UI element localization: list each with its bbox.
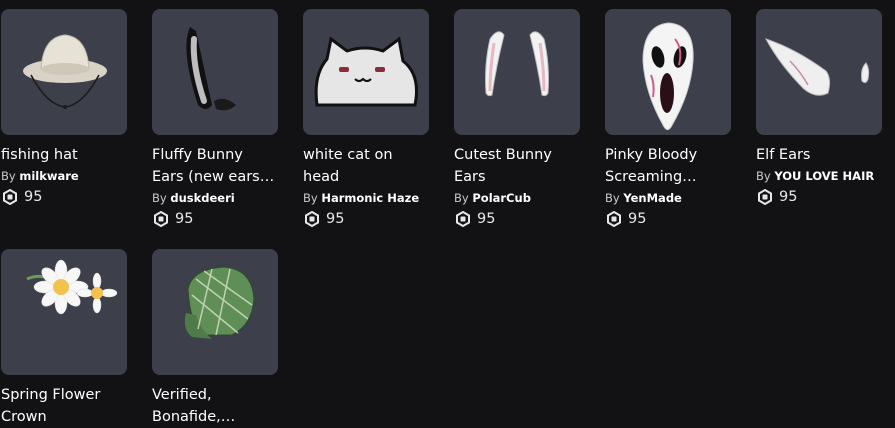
item-thumbnail[interactable]	[605, 9, 731, 135]
item-thumbnail[interactable]	[1, 9, 127, 135]
white-cat-icon	[314, 36, 418, 107]
creator-by-label: By	[152, 191, 167, 205]
item-price: 95	[756, 186, 882, 208]
item-price: 95	[605, 208, 731, 230]
catalog-item-card[interactable]: Cutest Bunny Ears By PolarCub 95	[454, 9, 580, 230]
fishing-hat-icon	[23, 34, 107, 109]
creator-name[interactable]: PolarCub	[472, 191, 531, 205]
robux-icon	[3, 189, 17, 205]
item-name[interactable]: white cat on head	[303, 144, 429, 188]
item-creator: By Harmonic Haze	[303, 188, 429, 208]
item-thumbnail[interactable]	[756, 9, 882, 135]
price-value: 95	[477, 211, 496, 227]
item-creator: By duskdeeri	[152, 188, 278, 208]
catalog-item-card[interactable]: Fluffy Bunny Ears (new ears… By duskdeer…	[152, 9, 278, 230]
item-name[interactable]: Verified, Bonafide,…	[152, 384, 278, 428]
item-thumbnail[interactable]	[152, 9, 278, 135]
robux-icon	[758, 189, 772, 205]
ghost-mask-icon	[642, 22, 694, 131]
catalog-item-card[interactable]: Elf Ears By YOU LOVE HAIR 95	[756, 9, 882, 208]
item-price: 95	[152, 208, 278, 230]
creator-name[interactable]: YOU LOVE HAIR	[774, 169, 874, 183]
catalog-item-card[interactable]: Pinky Bloody Screaming… By YenMade 95	[605, 9, 731, 230]
item-name[interactable]: Pinky Bloody Screaming…	[605, 144, 731, 188]
creator-name[interactable]: Harmonic Haze	[321, 191, 419, 205]
item-thumbnail[interactable]	[1, 249, 127, 375]
robux-icon	[456, 211, 470, 227]
item-name[interactable]: Cutest Bunny Ears	[454, 144, 580, 188]
robux-icon	[154, 211, 168, 227]
item-thumbnail[interactable]	[454, 9, 580, 135]
catalog-item-card[interactable]: Spring Flower Crown	[1, 249, 127, 428]
catalog-item-card[interactable]: white cat on head By Harmonic Haze 95	[303, 9, 429, 230]
creator-by-label: By	[756, 169, 771, 183]
item-name[interactable]: Elf Ears	[756, 144, 882, 166]
item-thumbnail[interactable]	[303, 9, 429, 135]
item-name[interactable]: Fluffy Bunny Ears (new ears…	[152, 144, 278, 188]
item-price: 95	[1, 186, 127, 208]
item-name[interactable]: Spring Flower Crown	[1, 384, 127, 428]
creator-by-label: By	[454, 191, 469, 205]
item-price: 95	[303, 208, 429, 230]
item-creator: By milkware	[1, 166, 127, 186]
price-value: 95	[24, 189, 43, 205]
bunny-ears-icon	[186, 27, 236, 111]
price-value: 95	[628, 211, 647, 227]
price-value: 95	[326, 211, 345, 227]
elf-ears-icon	[764, 38, 870, 96]
item-thumbnail[interactable]	[152, 249, 278, 375]
creator-name[interactable]: duskdeeri	[170, 191, 234, 205]
catalog-item-card[interactable]: Verified, Bonafide,…	[152, 249, 278, 428]
price-value: 95	[779, 189, 798, 205]
catalog-item-card[interactable]: fishing hat By milkware 95	[1, 9, 127, 208]
creator-by-label: By	[605, 191, 620, 205]
item-creator: By YenMade	[605, 188, 731, 208]
creator-by-label: By	[303, 191, 318, 205]
robux-icon	[305, 211, 319, 227]
creator-name[interactable]: milkware	[19, 169, 78, 183]
item-creator: By YOU LOVE HAIR	[756, 166, 882, 186]
green-cap-icon	[184, 266, 255, 339]
item-name[interactable]: fishing hat	[1, 144, 127, 166]
robux-icon	[607, 211, 621, 227]
bunny-ears-icon	[485, 31, 549, 97]
creator-name[interactable]: YenMade	[623, 191, 682, 205]
creator-by-label: By	[1, 169, 16, 183]
item-creator: By PolarCub	[454, 188, 580, 208]
flower-crown-icon	[26, 259, 118, 315]
price-value: 95	[175, 211, 194, 227]
item-price: 95	[454, 208, 580, 230]
